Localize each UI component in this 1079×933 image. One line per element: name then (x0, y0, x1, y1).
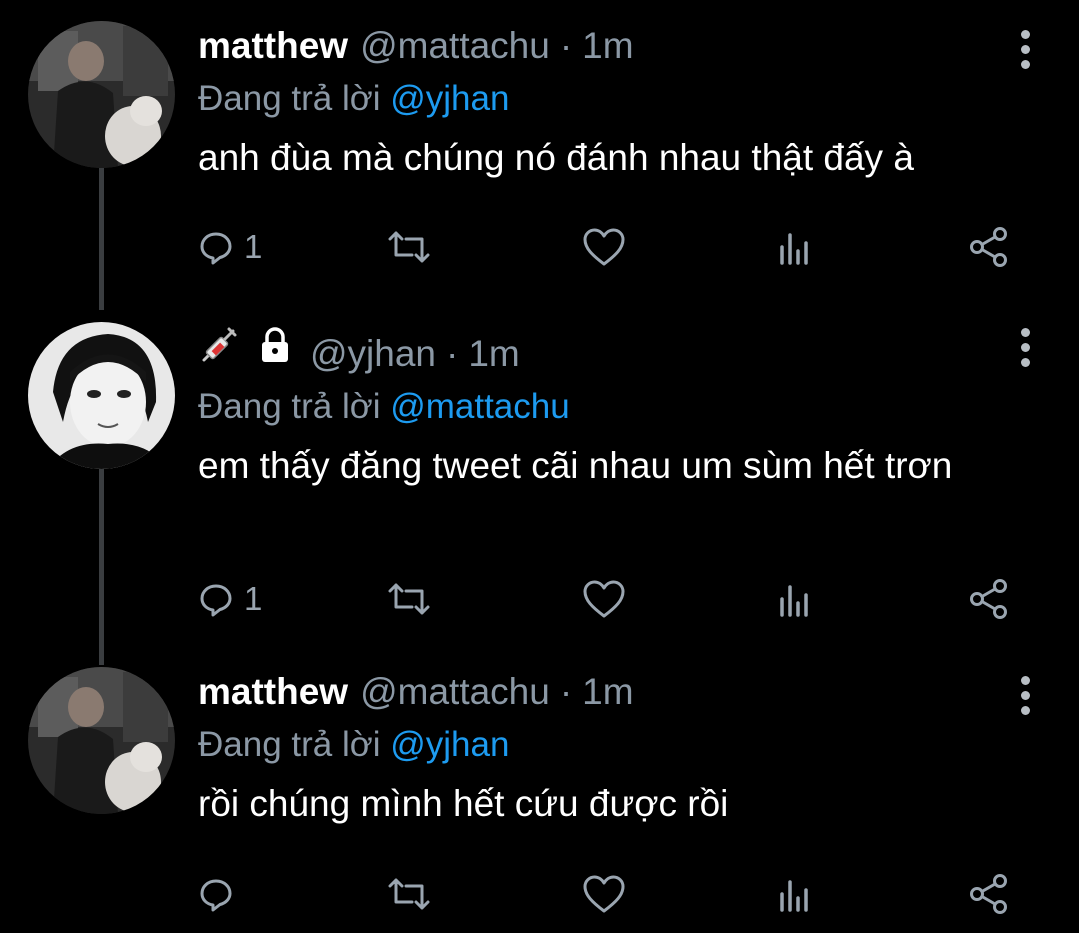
reply-mention-link[interactable]: @yjhan (390, 725, 509, 764)
timestamp[interactable]: 1m (468, 332, 519, 376)
share-button[interactable] (968, 225, 1010, 269)
avatar[interactable] (28, 322, 175, 469)
reply-icon (200, 879, 232, 912)
share-button[interactable] (968, 577, 1010, 621)
like-button[interactable] (582, 577, 626, 621)
replying-to: Đang trả lời @mattachu (198, 382, 1019, 432)
display-name[interactable]: matthew (198, 670, 348, 714)
more-options-icon[interactable] (1021, 676, 1035, 721)
separator-dot: · (559, 25, 573, 66)
more-options-icon[interactable] (1021, 328, 1035, 373)
lock-icon (254, 324, 296, 366)
tweet[interactable]: matthew @mattachu · 1m Đang trả lời @yjh… (0, 650, 1079, 933)
tweet-header: matthew @mattachu · 1m (198, 670, 1019, 714)
user-handle[interactable]: @mattachu (360, 670, 550, 714)
heart-icon (583, 875, 625, 913)
retweet-button[interactable] (386, 225, 432, 269)
more-options-icon[interactable] (1021, 30, 1035, 75)
syringe-icon (198, 324, 240, 366)
tweet-content: matthew @mattachu · 1m Đang trả lời @yjh… (198, 24, 1019, 182)
analytics-icon (780, 233, 808, 265)
share-icon (970, 227, 1007, 267)
analytics-icon (780, 880, 808, 912)
retweet-icon (388, 231, 430, 263)
share-icon (970, 579, 1007, 619)
share-button[interactable] (968, 872, 1010, 916)
tweet[interactable]: @yjhan · 1m Đang trả lời @mattachu em th… (0, 310, 1079, 650)
analytics-button[interactable] (778, 577, 814, 621)
tweet-actions (198, 872, 1018, 916)
tweet-content: @yjhan · 1m Đang trả lời @mattachu em th… (198, 324, 1019, 490)
heart-icon (583, 580, 625, 618)
tweet-text: rồi chúng mình hết cứu được rồi (198, 783, 729, 824)
timestamp[interactable]: 1m (582, 670, 633, 714)
share-icon (970, 874, 1007, 914)
reply-button[interactable] (198, 872, 244, 916)
reply-count: 1 (244, 228, 263, 265)
retweet-icon (388, 878, 430, 910)
replying-to-label: Đang trả lời (198, 387, 381, 426)
reply-mention-link[interactable]: @yjhan (390, 79, 509, 118)
retweet-button[interactable] (386, 577, 432, 621)
tweet-actions: 1 (198, 577, 1018, 621)
tweet-text: anh đùa mà chúng nó đánh nhau thật đấy à (198, 137, 914, 178)
replying-to-label: Đang trả lời (198, 79, 381, 118)
like-button[interactable] (582, 872, 626, 916)
tweet-header: @yjhan · 1m (198, 324, 1019, 376)
replying-to: Đang trả lời @yjhan (198, 720, 1019, 770)
replying-to-label: Đang trả lời (198, 725, 381, 764)
reply-icon (200, 584, 232, 617)
analytics-button[interactable] (778, 872, 814, 916)
reply-count: 1 (244, 580, 263, 617)
timestamp[interactable]: 1m (582, 24, 633, 68)
tweet-header: matthew @mattachu · 1m (198, 24, 1019, 68)
tweet-content: matthew @mattachu · 1m Đang trả lời @yjh… (198, 670, 1019, 828)
tweet-text: em thấy đăng tweet cãi nhau um sùm hết t… (198, 445, 953, 486)
avatar[interactable] (28, 667, 175, 814)
analytics-button[interactable] (778, 225, 814, 269)
display-name[interactable]: matthew (198, 24, 348, 68)
separator-dot: · (446, 333, 459, 374)
analytics-icon (780, 585, 808, 617)
tweet-actions: 1 (198, 225, 1018, 269)
like-button[interactable] (582, 225, 626, 269)
reply-button[interactable]: 1 (198, 225, 262, 269)
user-handle[interactable]: @yjhan (310, 332, 436, 376)
retweet-button[interactable] (386, 872, 432, 916)
replying-to: Đang trả lời @yjhan (198, 74, 1019, 124)
avatar[interactable] (28, 21, 175, 168)
reply-icon (200, 232, 232, 265)
reply-mention-link[interactable]: @mattachu (390, 387, 570, 426)
reply-button[interactable]: 1 (198, 577, 262, 621)
heart-icon (583, 228, 625, 266)
retweet-icon (388, 583, 430, 615)
user-handle[interactable]: @mattachu (360, 24, 550, 68)
separator-dot: · (559, 671, 573, 712)
tweet[interactable]: matthew @mattachu · 1m Đang trả lời @yjh… (0, 0, 1079, 290)
